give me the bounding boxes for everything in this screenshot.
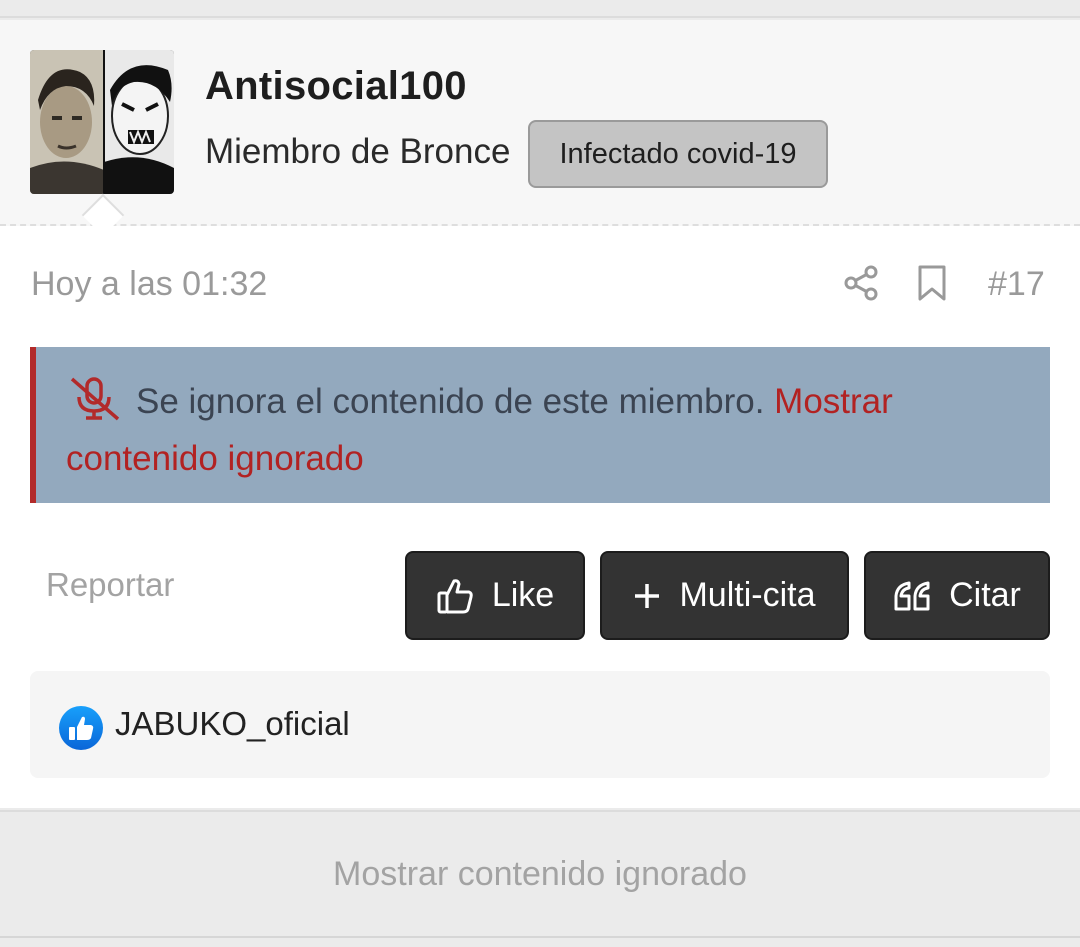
- bookmark-icon[interactable]: [913, 264, 951, 302]
- user-banner: Infectado covid-19: [528, 120, 828, 188]
- reactions-bar: JABUKO_oficial: [30, 671, 1050, 778]
- quote-icon: [893, 580, 931, 612]
- username[interactable]: Antisocial100: [205, 64, 467, 109]
- quote-label: Citar: [949, 576, 1021, 614]
- bottom-divider: [0, 936, 1080, 938]
- multiquote-button[interactable]: Multi-cita: [600, 551, 849, 640]
- user-title: Miembro de Bronce: [205, 132, 511, 171]
- like-button[interactable]: Like: [405, 551, 585, 640]
- like-reaction-icon: [58, 705, 104, 751]
- share-icon[interactable]: [842, 264, 880, 302]
- show-ignored-content-button[interactable]: Mostrar contenido ignorado: [333, 855, 747, 894]
- plus-icon: [633, 582, 661, 610]
- post-date[interactable]: Hoy a las 01:32: [31, 265, 267, 304]
- multiquote-label: Multi-cita: [679, 576, 816, 614]
- like-label: Like: [491, 576, 555, 614]
- user-header: Antisocial100 Miembro de Bronce Infectad…: [0, 20, 1080, 226]
- thumbs-up-icon: [436, 577, 474, 615]
- ignored-message: Se ignora el contenido de este miembro.: [136, 382, 765, 421]
- footer-bar: Mostrar contenido ignorado: [0, 810, 1080, 936]
- mute-icon: [66, 375, 124, 421]
- reactor-name[interactable]: JABUKO_oficial: [115, 705, 350, 743]
- top-strip: [0, 0, 1080, 18]
- quote-button[interactable]: Citar: [864, 551, 1050, 640]
- report-link[interactable]: Reportar: [46, 566, 174, 604]
- avatar[interactable]: [30, 50, 174, 194]
- post-number[interactable]: #17: [988, 265, 1045, 304]
- ignored-notice: Se ignora el contenido de este miembro. …: [30, 347, 1050, 503]
- post: Antisocial100 Miembro de Bronce Infectad…: [0, 20, 1080, 808]
